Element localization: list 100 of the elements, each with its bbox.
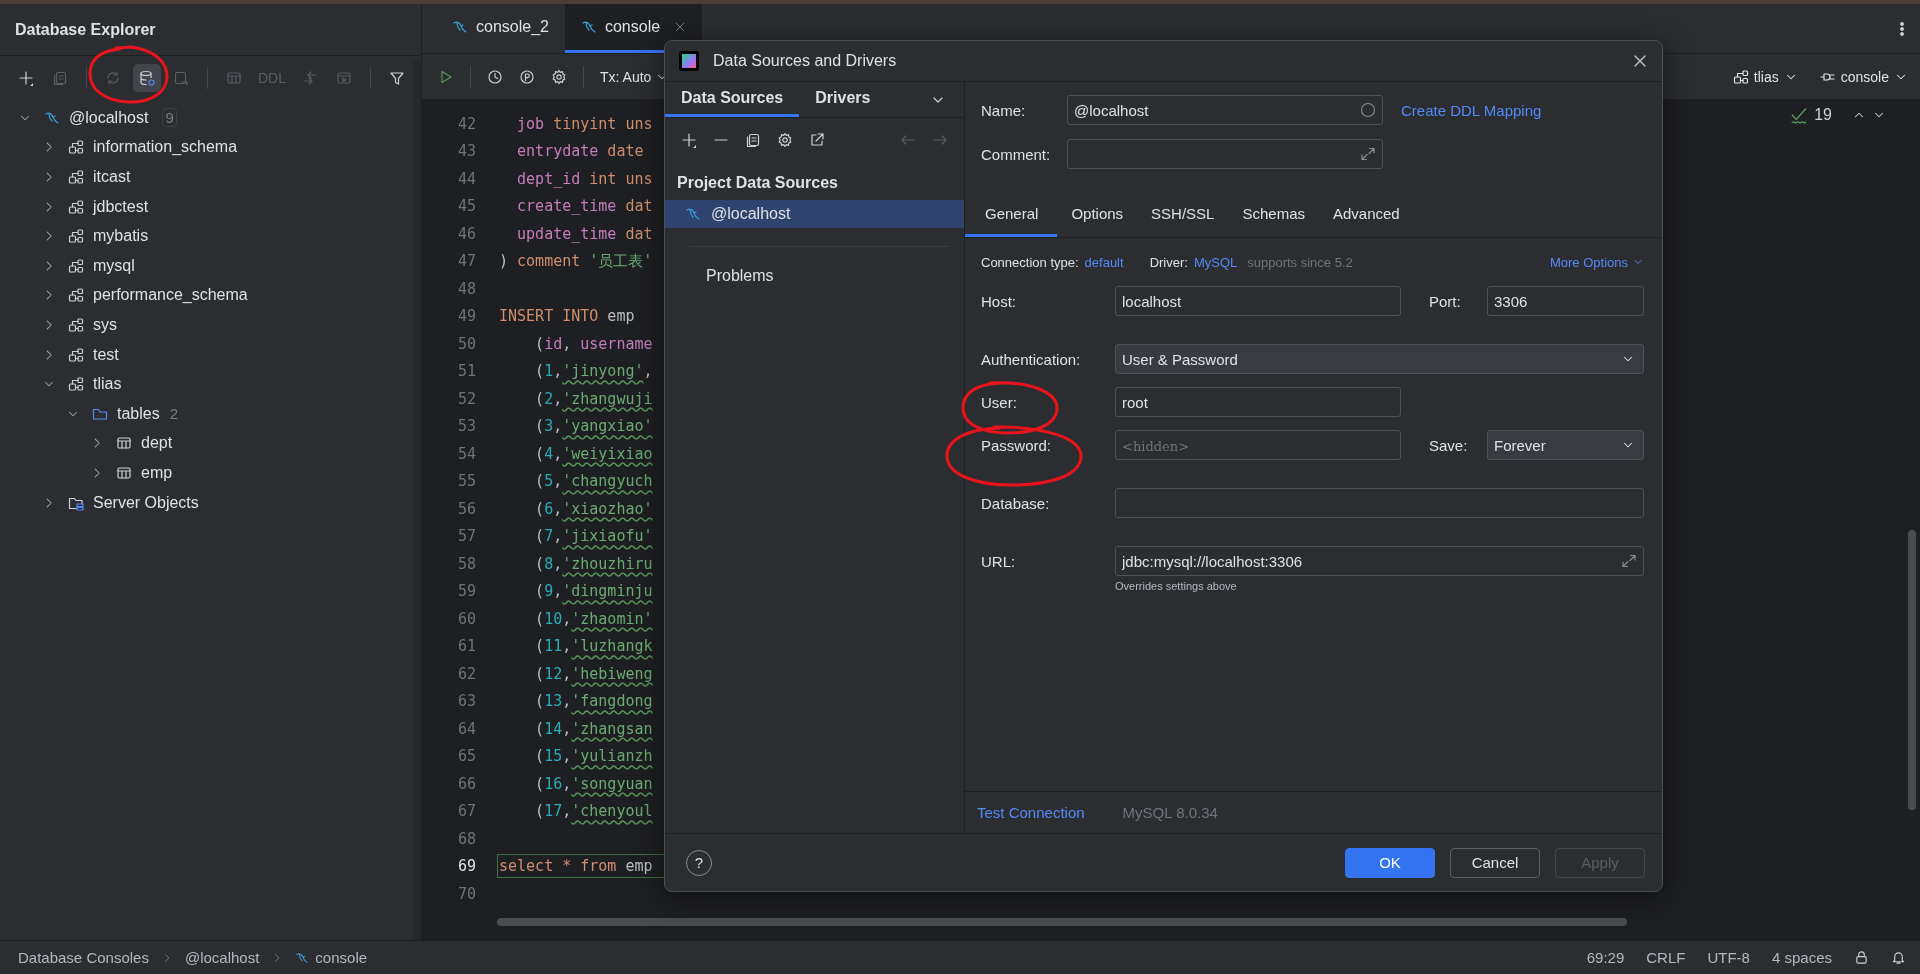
tree-item[interactable]: jdbctest xyxy=(0,191,411,222)
schema-icon xyxy=(68,376,84,393)
tree-item[interactable]: itcast xyxy=(0,162,411,192)
schema-selector[interactable]: tlias xyxy=(1732,68,1798,85)
bell-icon[interactable] xyxy=(1891,950,1906,965)
tree-item[interactable]: @localhost 9 xyxy=(0,103,411,133)
inspection-widget[interactable]: 19 xyxy=(1790,106,1886,124)
status-item[interactable]: UTF-8 xyxy=(1707,949,1750,966)
dolphin-icon xyxy=(685,206,701,222)
problems-item[interactable]: Problems xyxy=(665,247,964,285)
field-label: Name: xyxy=(981,101,1027,119)
tree-item[interactable]: Server Objects xyxy=(0,487,411,518)
dropdown[interactable]: Forever xyxy=(1487,430,1644,460)
minus-icon xyxy=(714,139,728,141)
close-icon[interactable] xyxy=(1632,53,1648,69)
tree-item[interactable]: mybatis xyxy=(0,221,411,251)
line-number: 54 xyxy=(456,444,476,463)
transaction-dropdown[interactable]: Tx: Auto xyxy=(594,68,676,85)
ok-button[interactable]: OK xyxy=(1345,847,1435,878)
connection-type-link[interactable]: default xyxy=(1084,254,1124,270)
scrollbar[interactable] xyxy=(1908,530,1916,810)
code-line: (3,'yangxiao' xyxy=(534,416,654,438)
input-field[interactable]: root xyxy=(1115,387,1401,417)
tab-label: console_2 xyxy=(476,18,549,36)
tree-label: test xyxy=(93,345,119,364)
circle-icon[interactable] xyxy=(1360,102,1376,118)
code-line: ) comment '员工表' xyxy=(498,250,654,272)
settings-tab[interactable]: Schemas xyxy=(1228,192,1319,237)
settings-tab[interactable]: SSH/SSL xyxy=(1137,192,1229,237)
input-field[interactable]: jdbc:mysql://localhost:3306 xyxy=(1115,546,1644,576)
database-settings-button[interactable] xyxy=(133,64,161,92)
tree-item[interactable]: performance_schema xyxy=(0,280,411,311)
line-number: 69 xyxy=(456,857,476,876)
lock-icon[interactable] xyxy=(1854,950,1869,965)
tree-item[interactable]: mysql xyxy=(0,250,411,281)
tree-label: information_schema xyxy=(93,138,238,157)
panel-tab[interactable]: Data Sources xyxy=(665,82,800,117)
export-icon xyxy=(809,132,825,148)
field-label: Password: xyxy=(981,436,1052,454)
scrollbar[interactable] xyxy=(497,918,1627,926)
input-field[interactable] xyxy=(1067,139,1383,169)
dropdown[interactable]: User & Password xyxy=(1115,344,1644,374)
breadcrumb-link[interactable]: Database Consoles xyxy=(18,949,149,966)
line-number: 52 xyxy=(456,389,476,408)
status-item[interactable]: 4 spaces xyxy=(1771,949,1832,966)
expand-icon[interactable] xyxy=(1621,553,1637,569)
input-field[interactable]: 3306 xyxy=(1487,286,1644,316)
tree-item[interactable]: tlias xyxy=(0,369,411,399)
input-field[interactable]: @localhost xyxy=(1067,95,1383,125)
ddl-mapping-link[interactable]: Create DDL Mapping xyxy=(1401,101,1542,119)
input-field[interactable] xyxy=(1115,488,1644,518)
p-circle-icon xyxy=(519,68,535,85)
copy-icon xyxy=(745,132,761,148)
data-source-item[interactable]: @localhost xyxy=(665,200,964,228)
input-field[interactable]: localhost xyxy=(1115,286,1401,316)
more-options-link[interactable]: More Options xyxy=(1549,254,1644,270)
settings-tab[interactable]: General xyxy=(965,192,1058,237)
dialog-button[interactable]: Cancel xyxy=(1450,847,1540,878)
table-icon xyxy=(226,70,242,86)
status-item[interactable]: CRLF xyxy=(1646,949,1686,966)
expand-icon[interactable] xyxy=(1360,146,1376,162)
editor-tab[interactable]: console_2 xyxy=(436,4,565,53)
tree-item[interactable]: test xyxy=(0,339,411,370)
settings-tab[interactable]: Options xyxy=(1057,192,1138,237)
field-label: Port: xyxy=(1429,292,1461,310)
field-label: Host: xyxy=(981,292,1016,310)
editor-tab[interactable]: console xyxy=(564,4,703,53)
schema-icon xyxy=(68,139,84,156)
jump-to-icon xyxy=(173,70,189,86)
driver-note: supports since 5.2 xyxy=(1247,254,1353,270)
breadcrumb-link[interactable]: console xyxy=(295,949,368,966)
test-connection-link[interactable]: Test Connection xyxy=(977,804,1085,821)
tree-item[interactable]: emp xyxy=(0,458,411,488)
tab-label: console xyxy=(604,18,661,36)
password-field[interactable]: <hidden> xyxy=(1115,430,1401,460)
tree-item[interactable]: tables 2 xyxy=(0,398,411,429)
settings-tab[interactable]: Advanced xyxy=(1319,192,1414,237)
code-line: (6,'xiaozhao' xyxy=(534,498,654,520)
table-icon xyxy=(116,464,132,481)
schema-icon xyxy=(68,228,84,245)
field-label: Connection type: xyxy=(981,254,1079,270)
tree-item[interactable]: dept xyxy=(0,428,411,459)
field-label: URL: xyxy=(981,552,1016,570)
panel-tab[interactable]: Drivers xyxy=(799,82,887,117)
session-selector[interactable]: console xyxy=(1819,68,1908,85)
tree-item[interactable]: sys xyxy=(0,310,411,340)
line-number: 62 xyxy=(456,664,476,683)
close-icon[interactable] xyxy=(674,21,687,33)
breadcrumb-link[interactable]: @localhost xyxy=(184,949,260,966)
driver-link[interactable]: MySQL xyxy=(1193,254,1238,270)
code-line: (11,'luzhangk xyxy=(534,636,654,658)
status-item[interactable]: 69:29 xyxy=(1586,949,1625,966)
tree-item[interactable]: information_schema xyxy=(0,132,411,163)
tree-label: jdbctest xyxy=(93,197,149,216)
version-label: MySQL 8.0.34 xyxy=(1122,804,1218,821)
line-number: 43 xyxy=(456,142,476,161)
line-number: 45 xyxy=(456,197,476,216)
field-hint: Overrides settings above xyxy=(1115,580,1238,592)
code-line: (14,'zhangsan xyxy=(534,718,654,740)
field-label: Save: xyxy=(1429,436,1468,454)
